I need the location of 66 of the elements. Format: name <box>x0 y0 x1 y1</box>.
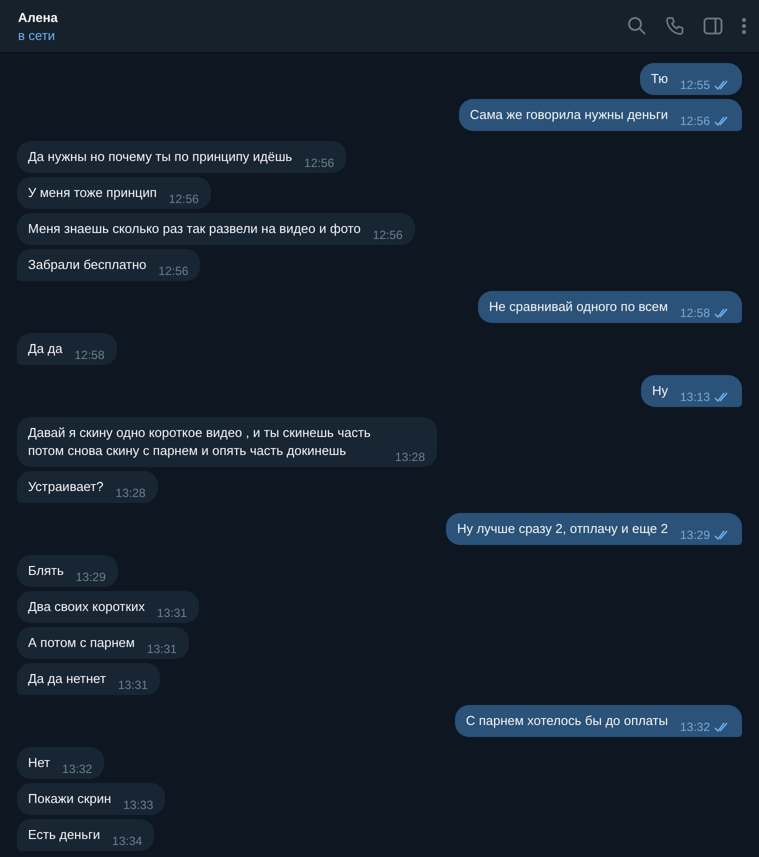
message-bubble[interactable]: С парнем хотелось бы до оплаты 13:32 <box>454 705 742 737</box>
message-text: Блять <box>28 562 64 580</box>
message-time: 13:31 <box>156 606 187 620</box>
message-time: 13:29 <box>76 570 106 584</box>
message-time: 12:56 <box>372 228 403 242</box>
message-text: Забрали бесплатно <box>28 256 146 274</box>
message-time: 12:58 <box>680 306 710 320</box>
message-text: Нет <box>28 754 50 772</box>
message-text: Тю <box>650 70 668 88</box>
message-text: С парнем хотелось бы до оплаты <box>466 712 668 730</box>
message-text: Меня знаешь сколько раз так развели на видео и фото <box>28 220 361 238</box>
message-text: Ну <box>652 382 668 400</box>
message-text: Сама же говорила нужны деньги <box>470 106 668 124</box>
message-bubble[interactable]: Сама же говорила нужны деньги 12:56 <box>458 99 742 131</box>
message-time: 13:13 <box>680 390 710 404</box>
message-bubble[interactable]: Тю 12:55 <box>640 63 742 95</box>
message-time: 13:31 <box>118 678 148 692</box>
message-text: А потом с парнем <box>28 634 135 652</box>
message-bubble[interactable]: У меня тоже принцип 12:56 <box>17 177 211 209</box>
message-time: 13:28 <box>394 450 425 464</box>
message-bubble[interactable]: Нет 13:32 <box>17 747 104 779</box>
message-text: Два своих коротких <box>28 598 145 616</box>
message-bubble[interactable]: Меня знаешь сколько раз так развели на видео и фото 12:56 <box>17 213 415 245</box>
message-bubble[interactable]: Два своих коротких 13:31 <box>17 591 199 623</box>
message-bubble[interactable]: Не сравнивай одного по всем 12:58 <box>478 291 742 323</box>
message-bubble[interactable]: Устраивает? 13:28 <box>17 471 158 503</box>
message-bubble[interactable]: Ну 13:13 <box>641 375 742 407</box>
contact-name: Алена <box>18 10 59 24</box>
search-icon[interactable] <box>627 16 647 36</box>
more-options-icon[interactable] <box>741 17 747 35</box>
message-time: 13:33 <box>123 798 154 812</box>
message-time: 12:56 <box>304 156 334 170</box>
message-time: 12:56 <box>158 264 188 278</box>
message-time: 13:34 <box>112 834 142 848</box>
message-bubble[interactable]: Покажи скрин 13:33 <box>17 783 166 815</box>
message-text: Есть деньги <box>28 826 100 844</box>
message-text: Давай я скину одно короткое видео , и ты скинешь часть потом снова скину с парнем и опять часть докинешь <box>28 424 372 460</box>
sidebar-toggle-icon[interactable] <box>703 17 723 35</box>
message-time: 13:29 <box>680 528 710 542</box>
message-text: Да да нетнет <box>28 670 106 688</box>
message-bubble[interactable]: Есть деньги 13:34 <box>17 819 154 851</box>
message-bubble[interactable]: Давай я скину одно короткое видео , и ты скинешь часть потом снова скину с парнем и опять часть докинешь 13:28 <box>17 417 437 467</box>
message-text: Ну лучше сразу 2, отплачу и еще 2 <box>457 520 668 538</box>
message-bubble[interactable]: Блять 13:29 <box>17 555 118 587</box>
message-time: 12:58 <box>74 348 104 362</box>
message-time: 12:56 <box>680 114 710 128</box>
message-text: Не сравнивай одного по всем <box>489 298 668 316</box>
message-time: 12:55 <box>680 78 710 92</box>
message-bubble[interactable]: Да да нетнет 13:31 <box>17 663 160 695</box>
message-time: 13:28 <box>116 486 146 500</box>
message-bubble[interactable]: Забрали бесплатно 12:56 <box>17 249 200 281</box>
message-text: Покажи скрин <box>28 790 112 808</box>
message-text: У меня тоже принцип <box>28 184 157 202</box>
message-time: 12:56 <box>168 192 199 206</box>
contact-status: в сети <box>18 28 56 42</box>
message-bubble[interactable]: Ну лучше сразу 2, отплачу и еще 2 13:29 <box>446 513 742 545</box>
message-time: 13:31 <box>146 642 177 656</box>
message-bubble[interactable]: А потом с парнем 13:31 <box>17 627 189 659</box>
message-bubble[interactable]: Да нужны но почему ты по принципу идёшь 12:56 <box>17 141 346 173</box>
message-bubble[interactable]: Да да 12:58 <box>17 333 116 365</box>
message-text: Устраивает? <box>28 478 104 496</box>
phone-icon[interactable] <box>665 16 685 36</box>
message-text: Да нужны но почему ты по принципу идёшь <box>28 148 292 166</box>
message-text: Да да <box>28 340 62 358</box>
message-time: 13:32 <box>680 720 710 734</box>
message-time: 13:32 <box>62 762 92 776</box>
